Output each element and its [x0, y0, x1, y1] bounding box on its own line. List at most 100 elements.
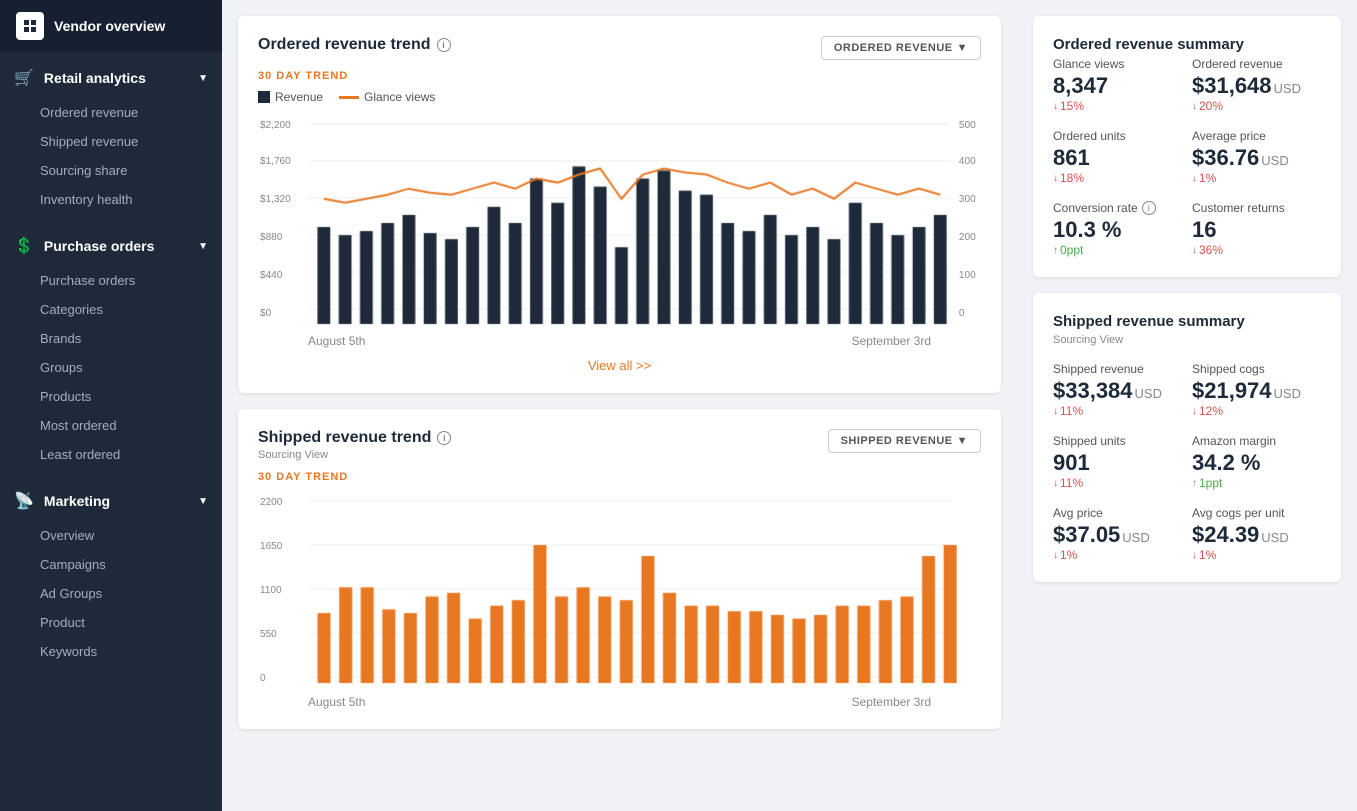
shipped-revenue-btn-arrow: ▼ — [957, 435, 968, 447]
amazon-margin-change: ↑1ppt — [1192, 476, 1321, 490]
conversion-rate-value: 10.3 % — [1053, 217, 1182, 243]
shipped-revenue-label: Shipped revenue — [1053, 362, 1182, 376]
shipped-units-change: ↓11% — [1053, 476, 1182, 490]
shipped-revenue-subtitle: Sourcing View — [258, 449, 451, 461]
ordered-revenue-value: $31,648USD — [1192, 73, 1321, 99]
metric-average-price: Average price $36.76USD ↓1% — [1192, 129, 1321, 185]
ordered-revenue-view-all[interactable]: View all >> — [258, 358, 981, 373]
sidebar-item-overview[interactable]: Overview — [0, 521, 222, 550]
metric-ordered-units: Ordered units 861 ↓18% — [1053, 129, 1182, 185]
sidebar-item-least-ordered[interactable]: Least ordered — [0, 440, 222, 469]
amazon-margin-label: Amazon margin — [1192, 434, 1321, 448]
shipped-revenue-chart-card: Shipped revenue trend i Sourcing View SH… — [238, 409, 1001, 729]
metric-shipped-units: Shipped units 901 ↓11% — [1053, 434, 1182, 490]
sidebar-section-retail: 🛒 Retail analytics ▼ Ordered revenue Shi… — [0, 52, 222, 220]
avg-cogs-change: ↓1% — [1192, 548, 1321, 562]
shipped-revenue-summary-card: Shipped revenue summary Sourcing View Sh… — [1033, 293, 1341, 582]
metric-glance-views: Glance views 8,347 ↓15% — [1053, 57, 1182, 113]
shipped-revenue-button[interactable]: SHIPPED REVENUE ▼ — [828, 429, 981, 453]
customer-returns-label: Customer returns — [1192, 201, 1321, 215]
sidebar-item-shipped-revenue[interactable]: Shipped revenue — [0, 127, 222, 156]
marketing-section-label: Marketing — [44, 493, 110, 509]
ordered-revenue-change: ↓20% — [1192, 99, 1321, 113]
avg-price-change: ↓1% — [1053, 548, 1182, 562]
ordered-revenue-info-icon[interactable]: i — [437, 38, 451, 52]
sidebar-section-marketing: 📡 Marketing ▼ Overview Campaigns Ad Grou… — [0, 475, 222, 672]
ordered-revenue-label: Ordered revenue — [1192, 57, 1321, 71]
sidebar-item-ordered-revenue[interactable]: Ordered revenue — [0, 98, 222, 127]
conversion-rate-change: ↑0ppt — [1053, 243, 1182, 257]
avg-price-value: $37.05USD — [1053, 522, 1182, 548]
ordered-revenue-title-block: Ordered revenue trend i — [258, 36, 451, 54]
legend-glance: Glance views — [339, 90, 435, 104]
sidebar-item-most-ordered[interactable]: Most ordered — [0, 411, 222, 440]
shipped-revenue-title-block: Shipped revenue trend i Sourcing View — [258, 429, 451, 461]
shipped-revenue-trend-label: 30 DAY TREND — [258, 471, 981, 483]
purchase-chevron: ▼ — [198, 241, 208, 252]
average-price-value: $36.76USD — [1192, 145, 1321, 171]
sidebar-item-keywords[interactable]: Keywords — [0, 637, 222, 666]
legend-revenue-box — [258, 91, 270, 103]
retail-icon: 🛒 — [14, 68, 34, 88]
metric-avg-cogs: Avg cogs per unit $24.39USD ↓1% — [1192, 506, 1321, 562]
glance-views-label: Glance views — [1053, 57, 1182, 71]
sidebar-item-products[interactable]: Products — [0, 382, 222, 411]
sidebar-item-purchase-orders[interactable]: Purchase orders — [0, 266, 222, 295]
main-content: Ordered revenue trend i ORDERED REVENUE … — [222, 0, 1357, 811]
sidebar-item-categories[interactable]: Categories — [0, 295, 222, 324]
avg-cogs-value: $24.39USD — [1192, 522, 1321, 548]
glance-views-change: ↓15% — [1053, 99, 1182, 113]
avg-cogs-label: Avg cogs per unit — [1192, 506, 1321, 520]
marketing-icon: 📡 — [14, 491, 34, 511]
sidebar-item-brands[interactable]: Brands — [0, 324, 222, 353]
metric-avg-price: Avg price $37.05USD ↓1% — [1053, 506, 1182, 562]
shipped-revenue-chart-header: Shipped revenue trend i Sourcing View SH… — [258, 429, 981, 461]
sidebar-section-purchase-header[interactable]: 💲 Purchase orders ▼ — [0, 226, 222, 266]
shipped-revenue-summary-subtitle: Sourcing View — [1053, 334, 1321, 346]
shipped-units-value: 901 — [1053, 450, 1182, 476]
shipped-revenue-metrics-grid: Shipped revenue $33,384USD ↓11% Shipped … — [1053, 362, 1321, 562]
shipped-revenue-canvas — [258, 491, 981, 691]
ordered-units-change: ↓18% — [1053, 171, 1182, 185]
sidebar-item-inventory-health[interactable]: Inventory health — [0, 185, 222, 214]
sidebar-item-product-mkt[interactable]: Product — [0, 608, 222, 637]
purchase-section-label: Purchase orders — [44, 238, 155, 254]
app-title: Vendor overview — [54, 18, 165, 34]
sidebar-item-ad-groups[interactable]: Ad Groups — [0, 579, 222, 608]
sidebar-section-retail-header[interactable]: 🛒 Retail analytics ▼ — [0, 58, 222, 98]
ordered-revenue-summary-card: Ordered revenue summary Glance views 8,3… — [1033, 16, 1341, 277]
sidebar: Vendor overview 🛒 Retail analytics ▼ Ord… — [0, 0, 222, 811]
ordered-revenue-chart-container: $2,200 $1,760 $1,320 $880 $440 $0 500 40… — [258, 114, 981, 334]
avg-price-label: Avg price — [1053, 506, 1182, 520]
app-header: Vendor overview — [0, 0, 222, 52]
shipped-revenue-summary-title: Shipped revenue summary — [1053, 313, 1321, 330]
metric-shipped-cogs: Shipped cogs $21,974USD ↓12% — [1192, 362, 1321, 418]
ordered-revenue-chart-title: Ordered revenue trend i — [258, 36, 451, 54]
shipped-cogs-value: $21,974USD — [1192, 378, 1321, 404]
legend-glance-line — [339, 96, 359, 99]
shipped-revenue-value: $33,384USD — [1053, 378, 1182, 404]
conversion-rate-label: Conversion rate i — [1053, 201, 1182, 215]
ordered-revenue-button[interactable]: ORDERED REVENUE ▼ — [821, 36, 981, 60]
metric-conversion-rate: Conversion rate i 10.3 % ↑0ppt — [1053, 201, 1182, 257]
ordered-revenue-chart-card: Ordered revenue trend i ORDERED REVENUE … — [238, 16, 1001, 393]
ordered-units-label: Ordered units — [1053, 129, 1182, 143]
sidebar-section-marketing-header[interactable]: 📡 Marketing ▼ — [0, 481, 222, 521]
shipped-revenue-date-range: August 5th September 3rd — [258, 695, 981, 709]
glance-views-value: 8,347 — [1053, 73, 1182, 99]
summary-area: Ordered revenue summary Glance views 8,3… — [1017, 0, 1357, 811]
sidebar-item-campaigns[interactable]: Campaigns — [0, 550, 222, 579]
metric-shipped-revenue: Shipped revenue $33,384USD ↓11% — [1053, 362, 1182, 418]
ordered-revenue-legend: Revenue Glance views — [258, 90, 981, 104]
average-price-change: ↓1% — [1192, 171, 1321, 185]
shipped-revenue-info-icon[interactable]: i — [437, 431, 451, 445]
ordered-revenue-metrics-grid: Glance views 8,347 ↓15% Ordered revenue … — [1053, 57, 1321, 257]
shipped-cogs-label: Shipped cogs — [1192, 362, 1321, 376]
ordered-units-value: 861 — [1053, 145, 1182, 171]
legend-revenue: Revenue — [258, 90, 323, 104]
sidebar-item-groups[interactable]: Groups — [0, 353, 222, 382]
ordered-revenue-trend-label: 30 DAY TREND — [258, 70, 981, 82]
conversion-rate-info-icon[interactable]: i — [1142, 201, 1156, 215]
metric-ordered-revenue: Ordered revenue $31,648USD ↓20% — [1192, 57, 1321, 113]
sidebar-item-sourcing-share[interactable]: Sourcing share — [0, 156, 222, 185]
